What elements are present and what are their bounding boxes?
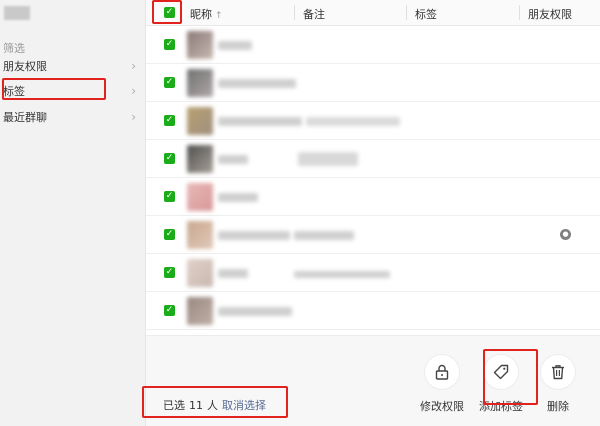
account-name-blurred xyxy=(4,6,30,20)
row-checkbox[interactable]: ✓ xyxy=(164,267,175,278)
select-all-checkbox[interactable]: ✓ xyxy=(164,7,175,18)
modify-permissions-button[interactable]: 修改权限 xyxy=(412,354,472,414)
avatar xyxy=(187,107,213,135)
row-checkbox[interactable]: ✓ xyxy=(164,77,175,88)
nickname-blurred xyxy=(218,231,290,240)
column-divider xyxy=(519,5,520,20)
row-checkbox[interactable]: ✓ xyxy=(164,39,175,50)
sort-up-icon: ↑ xyxy=(215,11,223,21)
lock-icon xyxy=(424,354,460,390)
row-checkbox[interactable]: ✓ xyxy=(164,191,175,202)
avatar xyxy=(187,259,213,287)
selected-count: 11 xyxy=(189,399,203,412)
remark-blurred xyxy=(294,231,354,240)
table-row[interactable]: ✓ ● xyxy=(146,216,600,254)
avatar xyxy=(187,183,213,211)
bottom-action-bar: 已选 11 人取消选择 修改权限 添加标签 删除 xyxy=(146,335,600,426)
table-header: ✓ 昵称 ↑ 备注 标签 朋友权限 xyxy=(146,0,600,26)
table-row[interactable]: ✓ xyxy=(146,254,600,292)
table-row[interactable]: ✓ xyxy=(146,140,600,178)
table-row[interactable]: ✓ xyxy=(146,178,600,216)
column-divider xyxy=(294,5,295,20)
action-label: 添加标签 xyxy=(479,400,523,413)
selected-prefix: 已选 xyxy=(163,399,185,412)
selection-summary: 已选 11 人取消选择 xyxy=(163,397,266,413)
table-row[interactable]: ✓ xyxy=(146,64,600,102)
nickname-blurred xyxy=(218,269,248,278)
sidebar-item-tags[interactable]: 标签 › xyxy=(0,80,146,102)
table-row[interactable]: ✓ xyxy=(146,102,600,140)
sidebar-item-friend-permissions[interactable]: 朋友权限 › xyxy=(0,55,146,77)
column-tags[interactable]: 标签 xyxy=(415,6,437,22)
deselect-link[interactable]: 取消选择 xyxy=(222,399,266,412)
avatar xyxy=(187,31,213,59)
sidebar: 筛选 朋友权限 › 标签 › 最近群聊 › xyxy=(0,0,146,426)
chevron-right-icon: › xyxy=(131,110,136,124)
nickname-blurred xyxy=(218,117,302,126)
column-nickname[interactable]: 昵称 ↑ xyxy=(190,6,223,22)
action-label: 删除 xyxy=(547,400,569,413)
remark-blurred xyxy=(298,152,358,166)
avatar xyxy=(187,145,213,173)
sidebar-item-label: 标签 xyxy=(3,85,25,98)
nickname-blurred xyxy=(218,193,258,202)
tag-icon xyxy=(483,354,519,390)
chevron-right-icon: › xyxy=(131,84,136,98)
sidebar-item-recent-groups[interactable]: 最近群聊 › xyxy=(0,106,146,128)
table-row[interactable]: ✓ xyxy=(146,26,600,64)
selected-unit: 人 xyxy=(207,399,218,412)
column-label: 昵称 xyxy=(190,8,212,21)
user-icon: ● xyxy=(560,229,571,240)
nickname-blurred xyxy=(218,41,252,50)
row-checkbox[interactable]: ✓ xyxy=(164,229,175,240)
avatar xyxy=(187,221,213,249)
avatar xyxy=(187,297,213,325)
add-tag-button[interactable]: 添加标签 xyxy=(471,354,531,414)
remark-blurred xyxy=(294,271,390,278)
row-checkbox[interactable]: ✓ xyxy=(164,305,175,316)
nickname-blurred xyxy=(218,307,292,316)
nickname-blurred xyxy=(218,155,248,164)
row-checkbox[interactable]: ✓ xyxy=(164,115,175,126)
sidebar-item-label: 朋友权限 xyxy=(3,60,47,73)
filter-section-label: 筛选 xyxy=(3,42,25,55)
column-friend-permissions[interactable]: 朋友权限 xyxy=(528,6,572,22)
avatar xyxy=(187,69,213,97)
row-checkbox[interactable]: ✓ xyxy=(164,153,175,164)
table-row[interactable]: ✓ xyxy=(146,292,600,330)
nickname-blurred xyxy=(218,79,296,88)
sidebar-item-label: 最近群聊 xyxy=(3,111,47,124)
remark-blurred xyxy=(306,117,400,126)
trash-icon xyxy=(540,354,576,390)
delete-button[interactable]: 删除 xyxy=(528,354,588,414)
column-divider xyxy=(406,5,407,20)
chevron-right-icon: › xyxy=(131,59,136,73)
action-label: 修改权限 xyxy=(420,400,464,413)
column-remark[interactable]: 备注 xyxy=(303,6,325,22)
